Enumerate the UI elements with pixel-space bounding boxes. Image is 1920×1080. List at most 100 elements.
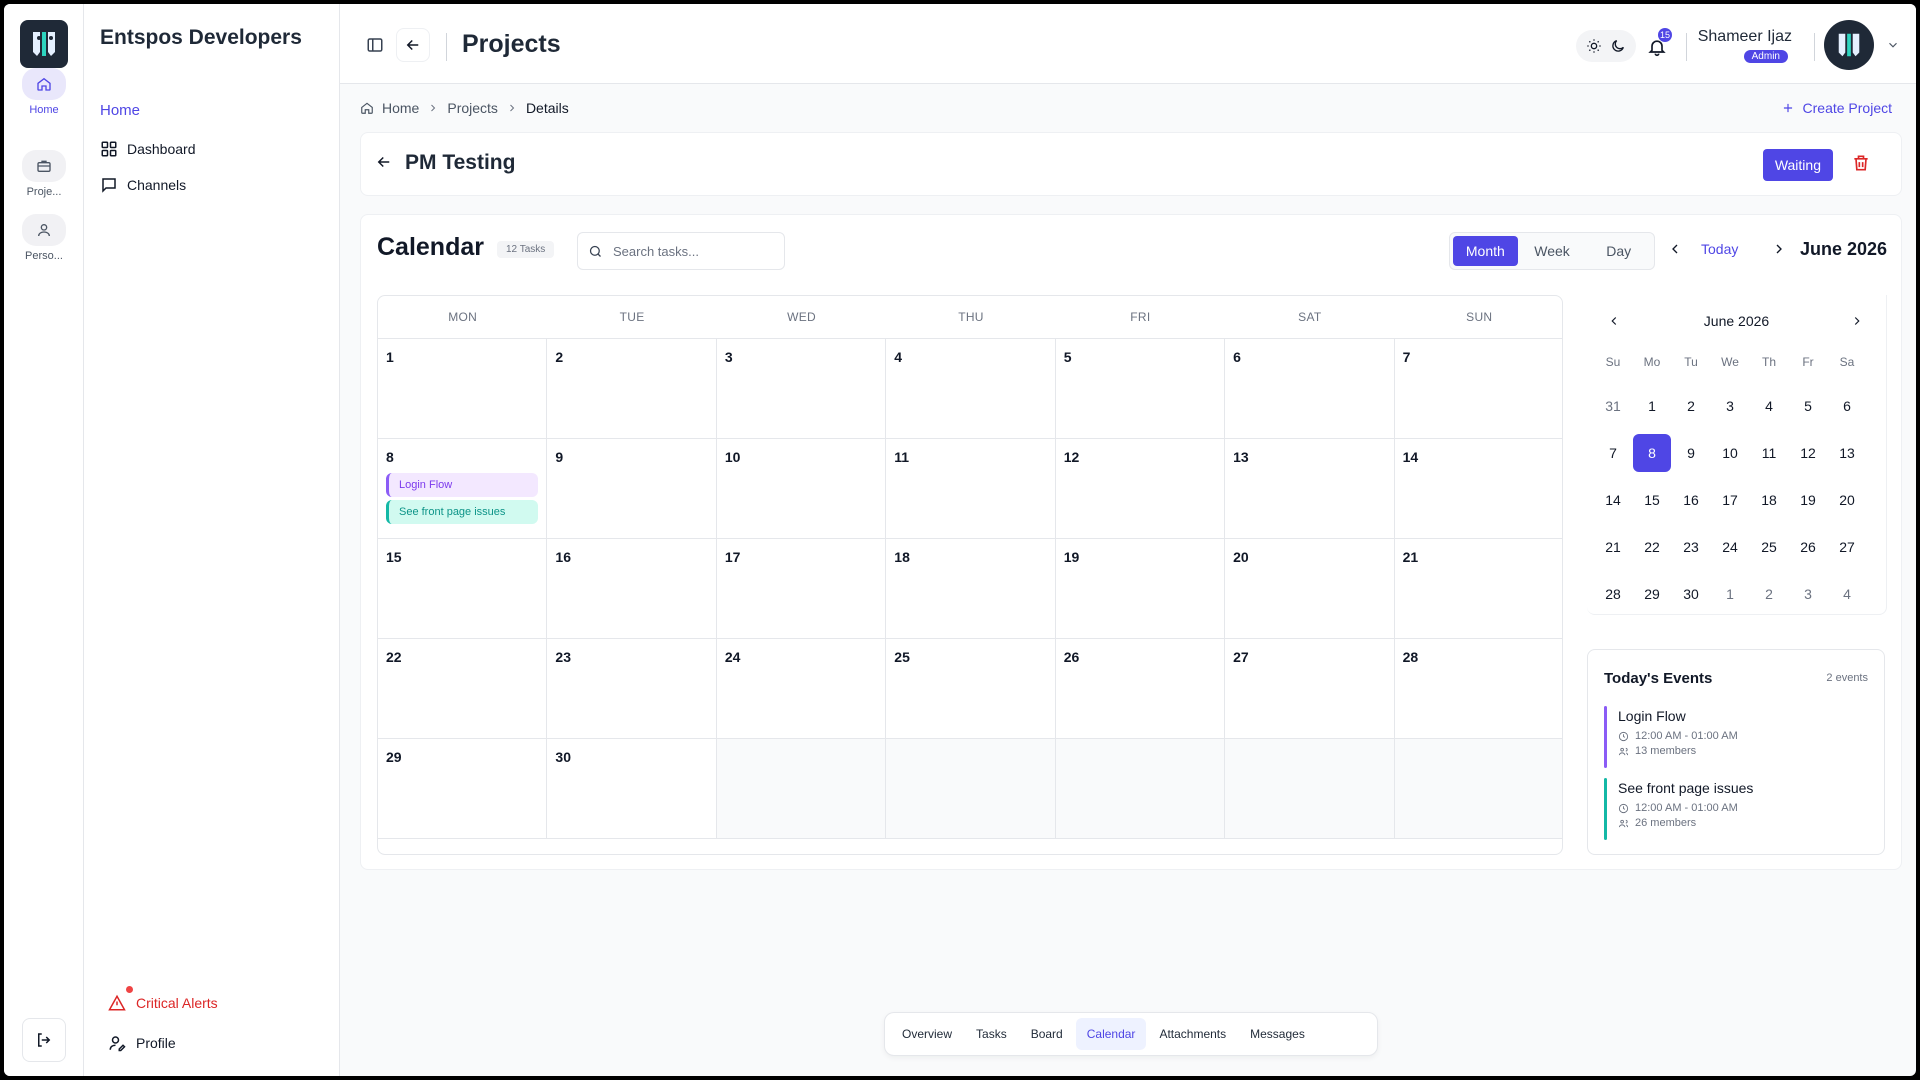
mini-calendar-day[interactable]: 22 xyxy=(1633,528,1671,566)
avatar[interactable] xyxy=(1824,20,1874,70)
calendar-day-cell[interactable]: 22 xyxy=(378,639,548,739)
rail-item-projects[interactable]: Proje... xyxy=(4,150,84,198)
chevron-right-icon[interactable] xyxy=(1771,241,1787,257)
theme-toggle[interactable] xyxy=(1576,30,1636,62)
mini-calendar-day[interactable]: 18 xyxy=(1750,481,1788,519)
mini-calendar-day[interactable]: 15 xyxy=(1633,481,1671,519)
mini-calendar-day[interactable]: 4 xyxy=(1828,575,1866,613)
tab-calendar[interactable]: Calendar xyxy=(1075,1018,1147,1050)
calendar-day-cell[interactable]: 24 xyxy=(716,639,887,739)
calendar-day-cell[interactable]: 1 xyxy=(378,339,548,439)
calendar-day-cell[interactable]: 3 xyxy=(716,339,887,439)
calendar-day-cell[interactable]: 8 Login Flow See front page issues xyxy=(378,439,548,539)
mini-calendar-day[interactable]: 3 xyxy=(1789,575,1827,613)
mini-calendar-day[interactable]: 10 xyxy=(1711,434,1749,472)
calendar-day-cell[interactable]: 13 xyxy=(1225,439,1395,539)
mini-calendar-day[interactable]: 25 xyxy=(1750,528,1788,566)
mini-calendar-day[interactable]: 6 xyxy=(1828,387,1866,425)
sun-icon[interactable] xyxy=(1586,38,1602,54)
mini-calendar-day[interactable]: 2 xyxy=(1672,387,1710,425)
calendar-day-cell[interactable]: 27 xyxy=(1225,639,1395,739)
mini-calendar-day[interactable]: 31 xyxy=(1594,387,1632,425)
calendar-day-cell[interactable]: 5 xyxy=(1055,339,1226,439)
logout-button[interactable] xyxy=(22,1018,66,1062)
today-button[interactable]: Today xyxy=(1701,241,1738,257)
calendar-day-cell[interactable]: 15 xyxy=(378,539,548,639)
calendar-day-cell[interactable]: 29 xyxy=(378,739,548,839)
calendar-day-cell[interactable]: 4 xyxy=(886,339,1056,439)
mini-calendar-day[interactable]: 4 xyxy=(1750,387,1788,425)
calendar-day-cell[interactable]: 18 xyxy=(886,539,1056,639)
mini-calendar-day[interactable]: 12 xyxy=(1789,434,1827,472)
chevron-left-icon[interactable] xyxy=(1667,241,1683,257)
mini-calendar-day[interactable]: 23 xyxy=(1672,528,1710,566)
mini-calendar-day[interactable]: 21 xyxy=(1594,528,1632,566)
calendar-event-chip[interactable]: See front page issues xyxy=(386,500,538,524)
view-week[interactable]: Week xyxy=(1520,236,1585,266)
toggle-sidebar-button[interactable] xyxy=(358,28,392,62)
mini-calendar-day[interactable]: 1 xyxy=(1633,387,1671,425)
mini-calendar-day[interactable]: 2 xyxy=(1750,575,1788,613)
calendar-day-cell[interactable]: 30 xyxy=(547,739,717,839)
mini-calendar-day[interactable]: 5 xyxy=(1789,387,1827,425)
notifications-button[interactable]: 15 xyxy=(1640,28,1674,64)
calendar-day-cell[interactable]: 14 xyxy=(1394,439,1562,539)
chevron-right-icon[interactable] xyxy=(1850,314,1864,328)
sidebar-item-home[interactable]: Home xyxy=(100,102,140,119)
calendar-day-cell[interactable]: 26 xyxy=(1055,639,1226,739)
app-logo[interactable] xyxy=(20,20,68,68)
mini-calendar-day[interactable]: 17 xyxy=(1711,481,1749,519)
tab-overview[interactable]: Overview xyxy=(891,1018,963,1050)
tab-board[interactable]: Board xyxy=(1020,1018,1074,1050)
mini-calendar-day[interactable]: 30 xyxy=(1672,575,1710,613)
moon-icon[interactable] xyxy=(1610,38,1626,54)
calendar-day-cell[interactable]: 12 xyxy=(1055,439,1226,539)
mini-calendar-day[interactable]: 7 xyxy=(1594,434,1632,472)
calendar-day-cell[interactable]: 9 xyxy=(547,439,717,539)
mini-calendar-day[interactable]: 11 xyxy=(1750,434,1788,472)
calendar-day-cell[interactable]: 16 xyxy=(547,539,717,639)
mini-calendar-day[interactable]: 24 xyxy=(1711,528,1749,566)
mini-calendar-day[interactable]: 16 xyxy=(1672,481,1710,519)
mini-calendar-day[interactable]: 13 xyxy=(1828,434,1866,472)
breadcrumb-home[interactable]: Home xyxy=(382,100,419,116)
arrow-left-icon[interactable] xyxy=(375,153,393,171)
mini-calendar-day[interactable]: 1 xyxy=(1711,575,1749,613)
trash-icon[interactable] xyxy=(1851,153,1871,173)
mini-calendar-day[interactable]: 20 xyxy=(1828,481,1866,519)
sidebar-item-critical-alerts[interactable]: Critical Alerts xyxy=(108,986,218,1012)
status-button[interactable]: Waiting xyxy=(1762,149,1833,181)
calendar-event-chip[interactable]: Login Flow xyxy=(386,473,538,497)
mini-calendar-day[interactable]: 26 xyxy=(1789,528,1827,566)
mini-calendar-day[interactable]: 19 xyxy=(1789,481,1827,519)
mini-calendar-day[interactable]: 27 xyxy=(1828,528,1866,566)
view-day[interactable]: Day xyxy=(1586,236,1651,266)
sidebar-item-dashboard[interactable]: Dashboard xyxy=(100,140,196,158)
calendar-day-cell[interactable]: 23 xyxy=(547,639,717,739)
tab-messages[interactable]: Messages xyxy=(1239,1018,1316,1050)
rail-item-personal[interactable]: Perso... xyxy=(4,214,84,262)
calendar-day-cell[interactable]: 6 xyxy=(1225,339,1395,439)
calendar-day-cell[interactable]: 25 xyxy=(886,639,1056,739)
calendar-day-cell[interactable]: 21 xyxy=(1394,539,1562,639)
tab-attachments[interactable]: Attachments xyxy=(1148,1018,1237,1050)
view-month[interactable]: Month xyxy=(1453,236,1518,266)
calendar-day-cell[interactable]: 2 xyxy=(547,339,717,439)
calendar-day-cell[interactable]: 10 xyxy=(716,439,887,539)
sidebar-item-channels[interactable]: Channels xyxy=(100,176,186,194)
rail-item-home[interactable]: Home xyxy=(4,68,84,116)
search-input[interactable] xyxy=(613,243,763,259)
sidebar-item-profile[interactable]: Profile xyxy=(108,1034,176,1052)
calendar-day-cell[interactable]: 7 xyxy=(1394,339,1562,439)
create-project-button[interactable]: Create Project xyxy=(1781,100,1892,116)
mini-calendar-day[interactable]: 28 xyxy=(1594,575,1632,613)
calendar-day-cell[interactable]: 19 xyxy=(1055,539,1226,639)
event-item[interactable]: Login Flow 12:00 AM - 01:00 AM 13 member… xyxy=(1604,706,1870,768)
back-button[interactable] xyxy=(396,28,430,62)
mini-calendar-day[interactable]: 9 xyxy=(1672,434,1710,472)
tab-tasks[interactable]: Tasks xyxy=(965,1018,1018,1050)
calendar-day-cell[interactable]: 17 xyxy=(716,539,887,639)
calendar-day-cell[interactable]: 20 xyxy=(1225,539,1395,639)
mini-calendar-day[interactable]: 3 xyxy=(1711,387,1749,425)
calendar-day-cell[interactable]: 11 xyxy=(886,439,1056,539)
